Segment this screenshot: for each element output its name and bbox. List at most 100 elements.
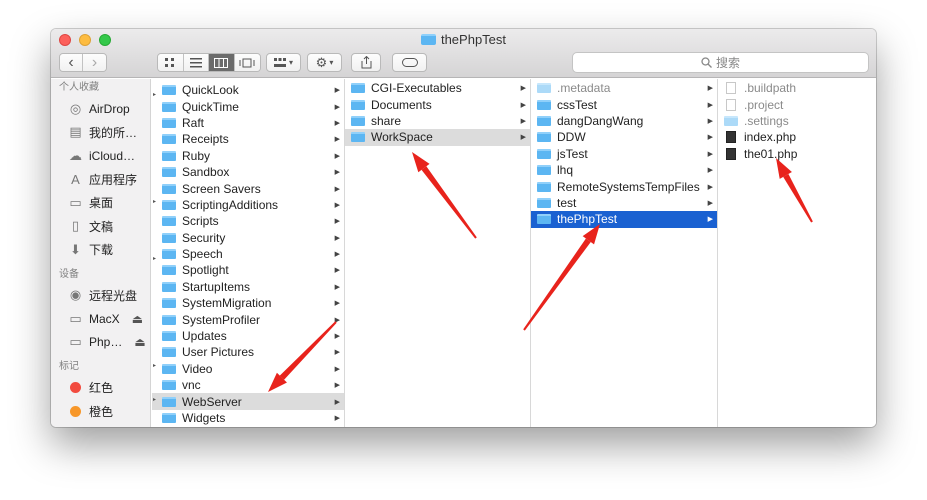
list-item[interactable]: Updates ▶ <box>152 328 344 344</box>
list-item[interactable]: .settings <box>718 113 876 129</box>
list-item[interactable]: Sandbox ▶ <box>152 164 344 180</box>
list-item-label: .settings <box>744 113 789 128</box>
list-item-label: SystemProfiler <box>182 312 261 327</box>
sidebar-item[interactable]: ▭ MacX ⏏ <box>51 307 150 331</box>
list-item-label: the01.php <box>744 146 798 161</box>
sidebar-item-label: 远程光盘 <box>89 288 138 303</box>
desktop-icon: ▭ <box>69 194 82 210</box>
sidebar-item[interactable]: 红色 <box>51 376 150 400</box>
list-item[interactable]: Speech ▶ <box>152 246 344 262</box>
list-item[interactable]: Receipts ▶ <box>152 131 344 147</box>
document-icon: ▯ <box>71 218 80 234</box>
list-item[interactable]: SystemMigration ▶ <box>152 295 344 311</box>
eject-icon[interactable]: ⏏ <box>134 335 145 349</box>
list-item[interactable]: Security ▶ <box>152 230 344 246</box>
eject-icon[interactable]: ⏏ <box>132 312 143 326</box>
list-item[interactable]: StartupItems ▶ <box>152 279 344 295</box>
list-item[interactable]: Video ▶ <box>152 361 344 377</box>
list-item[interactable]: RemoteSystemsTempFiles ▶ <box>531 178 717 194</box>
list-item-label: Raft <box>182 115 205 130</box>
list-item[interactable]: WorkSpace ▶ <box>345 129 530 146</box>
list-item[interactable]: .buildpath <box>718 80 876 96</box>
folder-icon <box>420 34 436 45</box>
list-item[interactable]: dangDangWang ▶ <box>531 113 717 129</box>
forward-button[interactable]: › <box>83 54 106 71</box>
list-item[interactable]: Screen Savers ▶ <box>152 180 344 196</box>
list-item[interactable]: .project <box>718 96 876 112</box>
list-view-button[interactable] <box>183 54 209 71</box>
list-item[interactable]: WebServer ▶ <box>152 393 344 410</box>
back-button[interactable]: ‹ <box>60 54 84 71</box>
sidebar-item[interactable]: ◉ 远程光盘 <box>51 284 150 308</box>
list-item-label: lhq <box>557 163 574 178</box>
list-item[interactable]: Raft ▶ <box>152 115 344 131</box>
sidebar-item[interactable]: ▯ 文稿 <box>51 215 150 239</box>
list-item[interactable]: QuickTime ▶ <box>152 98 344 114</box>
list-item[interactable]: thePhpTest ▶ <box>531 211 717 228</box>
column-view-button[interactable] <box>209 54 235 71</box>
list-item[interactable]: CGI-Executables ▶ <box>345 80 530 96</box>
list-item[interactable]: Ruby ▶ <box>152 148 344 164</box>
sidebar-item-label: 红色 <box>89 381 114 396</box>
list-item[interactable]: User Pictures ▶ <box>152 344 344 360</box>
sidebar-item-label: MacX <box>89 311 120 326</box>
list-item[interactable]: test ▶ <box>531 195 717 211</box>
list-item[interactable]: DDW ▶ <box>531 129 717 145</box>
folder-icon <box>351 115 365 126</box>
tags-button[interactable] <box>392 53 427 72</box>
list-item[interactable]: Spotlight ▶ <box>152 262 344 278</box>
disclosure-arrow-icon: ▶ <box>520 101 526 109</box>
disclosure-arrow-icon: ▶ <box>520 117 526 125</box>
sidebar-item[interactable]: ▭ 桌面 <box>51 191 150 215</box>
list-item-label: Receipts <box>182 132 229 147</box>
list-item-label: Screen Savers <box>182 181 261 196</box>
sidebar-item[interactable]: 橙色 <box>51 400 150 424</box>
list-item[interactable]: index.php <box>718 129 876 145</box>
download-icon: ⬇ <box>70 241 81 257</box>
folder-icon <box>162 232 176 243</box>
sidebar-item-label: 应用程序 <box>89 172 138 187</box>
list-item[interactable]: Scripts ▶ <box>152 213 344 229</box>
list-item-label: cssTest <box>557 97 598 112</box>
coverflow-view-button[interactable] <box>234 54 260 71</box>
column-resize-marker: ▸ <box>153 363 157 369</box>
disclosure-arrow-icon: ▶ <box>334 136 340 144</box>
icon-view-button[interactable] <box>158 54 184 71</box>
folder-icon <box>162 265 176 276</box>
list-icon <box>189 57 202 67</box>
list-item[interactable]: lhq ▶ <box>531 162 717 178</box>
disclosure-arrow-icon: ▶ <box>334 218 340 226</box>
sidebar-item-label: 桌面 <box>89 196 114 211</box>
sidebar-item[interactable]: A 应用程序 <box>51 168 150 192</box>
folder-icon <box>351 99 365 110</box>
list-item[interactable]: the01.php <box>718 146 876 162</box>
disclosure-arrow-icon: ▶ <box>334 398 340 406</box>
sidebar-item-label: 我的所… <box>89 125 138 140</box>
share-button[interactable] <box>351 53 381 72</box>
sidebar-item[interactable]: ☁ iCloud… <box>51 144 150 168</box>
list-item[interactable]: Documents ▶ <box>345 96 530 112</box>
list-item[interactable]: share ▶ <box>345 113 530 129</box>
sidebar-item[interactable]: ▭ Php… ⏏ <box>51 331 150 355</box>
search-field[interactable]: 搜索 <box>572 52 869 73</box>
sidebar-item[interactable]: ▤ 我的所… <box>51 121 150 145</box>
arrange-button[interactable]: ▾ <box>266 53 301 72</box>
list-item-label: .project <box>744 97 784 112</box>
disclosure-arrow-icon: ▶ <box>334 333 340 341</box>
sidebar-item[interactable]: ⬇ 下载 <box>51 238 150 262</box>
list-item[interactable]: vnc ▶ <box>152 377 344 393</box>
drive-icon: ▭ <box>69 310 82 326</box>
list-item-label: Documents <box>371 97 432 112</box>
list-item[interactable]: Widgets ▶ <box>152 410 344 426</box>
list-item[interactable]: ScriptingAdditions ▶ <box>152 197 344 213</box>
list-item[interactable]: QuickLook ▶ <box>152 82 344 98</box>
column-webserver: CGI-Executables ▶ Documents ▶ share ▶ WorkSpac… <box>345 79 531 427</box>
folder-icon <box>162 134 176 145</box>
list-item[interactable]: .metadata ▶ <box>531 80 717 96</box>
sidebar-item[interactable]: ◎ AirDrop <box>51 97 150 121</box>
action-button[interactable]: ⚙ ▾ <box>307 53 342 72</box>
list-item[interactable]: cssTest ▶ <box>531 96 717 112</box>
disclosure-arrow-icon: ▶ <box>707 183 713 191</box>
list-item[interactable]: jsTest ▶ <box>531 146 717 162</box>
list-item[interactable]: SystemProfiler ▶ <box>152 311 344 327</box>
